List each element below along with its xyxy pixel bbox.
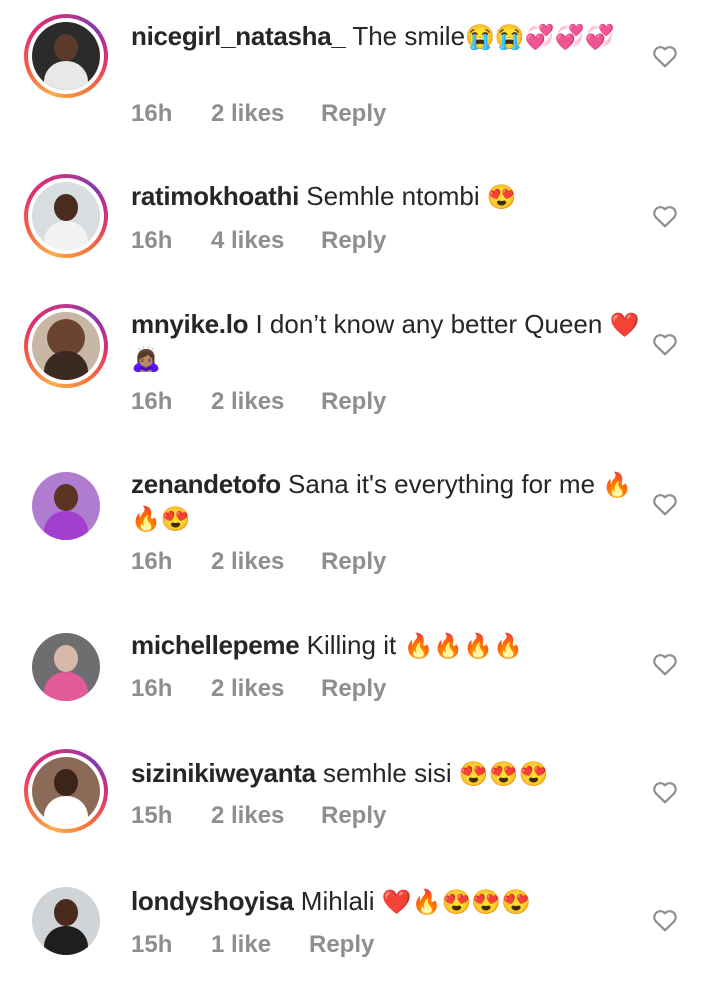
- comment-text: michellepeme Killing it 🔥🔥🔥🔥: [131, 629, 641, 663]
- reply-button[interactable]: Reply: [321, 388, 386, 416]
- comment-body: Killing it: [306, 630, 397, 660]
- username[interactable]: londyshoyisa: [131, 886, 294, 916]
- comment-item: mnyike.lo I don’t know any better Queen …: [0, 280, 720, 440]
- username[interactable]: nicegirl_natasha_: [131, 21, 346, 51]
- reply-button[interactable]: Reply: [321, 548, 386, 576]
- username[interactable]: sizinikiweyanta: [131, 758, 316, 788]
- comment-emoji: ❤️🔥😍😍😍: [381, 889, 532, 916]
- comment-item: michellepeme Killing it 🔥🔥🔥🔥 16h 2 likes…: [0, 605, 720, 735]
- avatar[interactable]: [24, 625, 108, 709]
- reply-button[interactable]: Reply: [321, 100, 386, 128]
- heart-outline-icon[interactable]: [652, 492, 678, 516]
- comment-body: Sana it's everything for me: [288, 469, 596, 499]
- comment-time: 15h: [131, 802, 173, 829]
- comment-text: londyshoyisa Mihlali ❤️🔥😍😍😍: [131, 885, 641, 919]
- comment-time: 16h: [131, 100, 173, 127]
- username[interactable]: mnyike.lo: [131, 309, 249, 339]
- reply-button[interactable]: Reply: [321, 675, 386, 703]
- comment-emoji: 😍: [486, 184, 517, 211]
- comment-time: 16h: [131, 388, 173, 415]
- heart-outline-icon[interactable]: [652, 332, 678, 356]
- comment-item: nicegirl_natasha_ The smile😭😭💞💞💞 16h 2 l…: [0, 0, 720, 150]
- comment-likes[interactable]: 2 likes: [211, 675, 284, 703]
- comment-text: zenandetofo Sana it's everything for me …: [131, 468, 641, 536]
- comment-body: The smile: [352, 21, 466, 51]
- comment-item: ratimokhoathi Semhle ntombi 😍 16h 4 like…: [0, 150, 720, 280]
- avatar[interactable]: [24, 14, 108, 98]
- comment-likes[interactable]: 1 like: [211, 931, 271, 959]
- comment-likes[interactable]: 2 likes: [211, 548, 284, 576]
- reply-button[interactable]: Reply: [321, 802, 386, 830]
- avatar[interactable]: [24, 304, 108, 388]
- comment-likes[interactable]: 2 likes: [211, 388, 284, 416]
- comment-likes[interactable]: 4 likes: [211, 227, 284, 255]
- comment-item: zenandetofo Sana it's everything for me …: [0, 440, 720, 605]
- heart-outline-icon[interactable]: [652, 908, 678, 932]
- comment-likes[interactable]: 2 likes: [211, 100, 284, 128]
- heart-outline-icon[interactable]: [652, 204, 678, 228]
- avatar[interactable]: [24, 879, 108, 963]
- comment-item: londyshoyisa Mihlali ❤️🔥😍😍😍 15h 1 like R…: [0, 865, 720, 996]
- avatar[interactable]: [24, 174, 108, 258]
- comment-body: I don’t know any better Queen: [255, 309, 603, 339]
- comment-text: ratimokhoathi Semhle ntombi 😍: [131, 180, 641, 214]
- reply-button[interactable]: Reply: [321, 227, 386, 255]
- heart-outline-icon[interactable]: [652, 44, 678, 68]
- heart-outline-icon[interactable]: [652, 652, 678, 676]
- comment-time: 16h: [131, 675, 173, 702]
- comment-body: Mihlali: [300, 886, 375, 916]
- comment-emoji: 😭😭💞💞💞: [465, 24, 615, 51]
- comment-text: nicegirl_natasha_ The smile😭😭💞💞💞: [131, 20, 641, 54]
- comment-emoji: 😍😍😍: [458, 761, 549, 788]
- comment-body: Semhle ntombi: [306, 181, 480, 211]
- comment-item: sizinikiweyanta semhle sisi 😍😍😍 15h 2 li…: [0, 735, 720, 865]
- comment-emoji: 🔥🔥🔥🔥: [403, 633, 523, 660]
- comment-likes[interactable]: 2 likes: [211, 802, 284, 830]
- heart-outline-icon[interactable]: [652, 780, 678, 804]
- username[interactable]: zenandetofo: [131, 469, 281, 499]
- reply-button[interactable]: Reply: [309, 931, 374, 959]
- username[interactable]: ratimokhoathi: [131, 181, 299, 211]
- comment-time: 16h: [131, 227, 173, 254]
- comment-time: 15h: [131, 931, 173, 958]
- comment-time: 16h: [131, 548, 173, 575]
- username[interactable]: michellepeme: [131, 630, 300, 660]
- comment-body: semhle sisi: [323, 758, 452, 788]
- comment-text: sizinikiweyanta semhle sisi 😍😍😍: [131, 757, 641, 791]
- avatar[interactable]: [24, 749, 108, 833]
- comment-text: mnyike.lo I don’t know any better Queen …: [131, 308, 641, 376]
- avatar[interactable]: [24, 464, 108, 548]
